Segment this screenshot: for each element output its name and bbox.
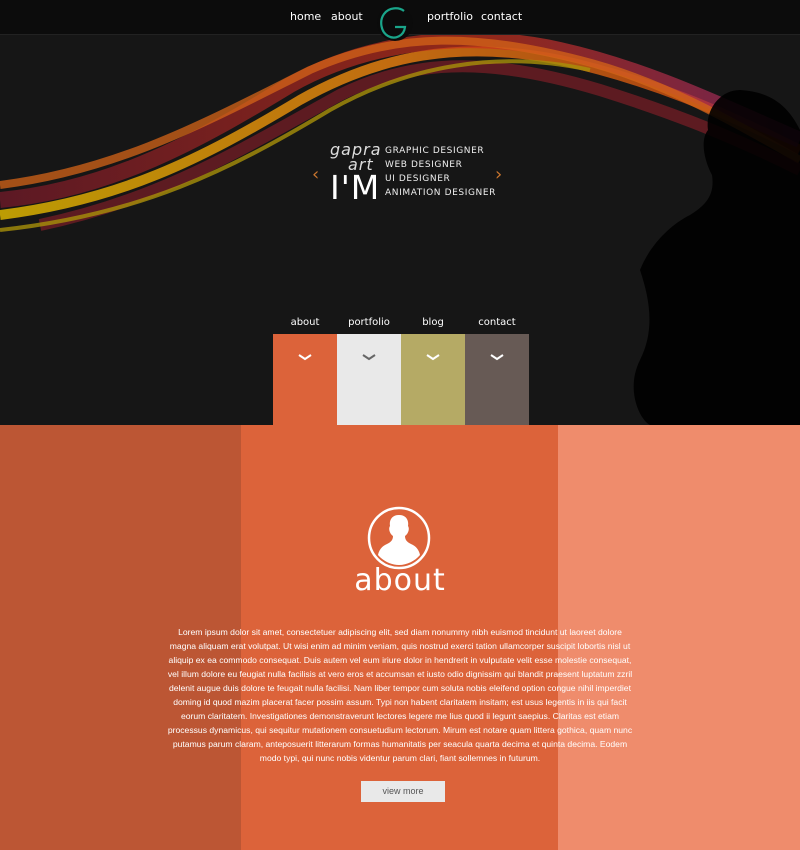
tab-blog-label[interactable]: blog (401, 317, 465, 328)
role-line: ANIMATION DESIGNER (385, 188, 497, 198)
tab-about-label[interactable]: about (273, 317, 337, 328)
role-line: GRAPHIC DESIGNER (385, 146, 485, 156)
nav-portfolio[interactable]: portfolio (427, 10, 473, 23)
tab-contact[interactable] (465, 334, 529, 425)
tab-portfolio-label[interactable]: portfolio (337, 317, 401, 328)
about-section: about Lorem ipsum dolor sit amet, consec… (0, 425, 800, 850)
avatar-icon (367, 506, 431, 570)
prev-arrow-icon[interactable]: ‹ (312, 164, 319, 185)
nav-contact[interactable]: contact (481, 10, 522, 23)
next-arrow-icon[interactable]: › (495, 164, 502, 185)
tab-about[interactable] (273, 334, 337, 425)
hero-headline: I'M (330, 168, 381, 207)
chevron-down-icon (490, 354, 504, 361)
chevron-down-icon (362, 354, 376, 361)
view-more-button[interactable]: view more (361, 781, 445, 802)
nav-about[interactable]: about (331, 10, 363, 23)
role-line: WEB DESIGNER (385, 160, 463, 170)
about-text: Lorem ipsum dolor sit amet, consectetuer… (167, 627, 633, 763)
tab-contact-label[interactable]: contact (465, 317, 529, 328)
tab-blog[interactable] (401, 334, 465, 425)
tab-portfolio[interactable] (337, 334, 401, 425)
role-line: UI DESIGNER (385, 174, 451, 184)
chevron-down-icon (426, 354, 440, 361)
nav-home[interactable]: home (290, 10, 321, 23)
chevron-down-icon (298, 354, 312, 361)
about-title: about (354, 563, 446, 598)
logo-icon[interactable] (375, 5, 415, 45)
